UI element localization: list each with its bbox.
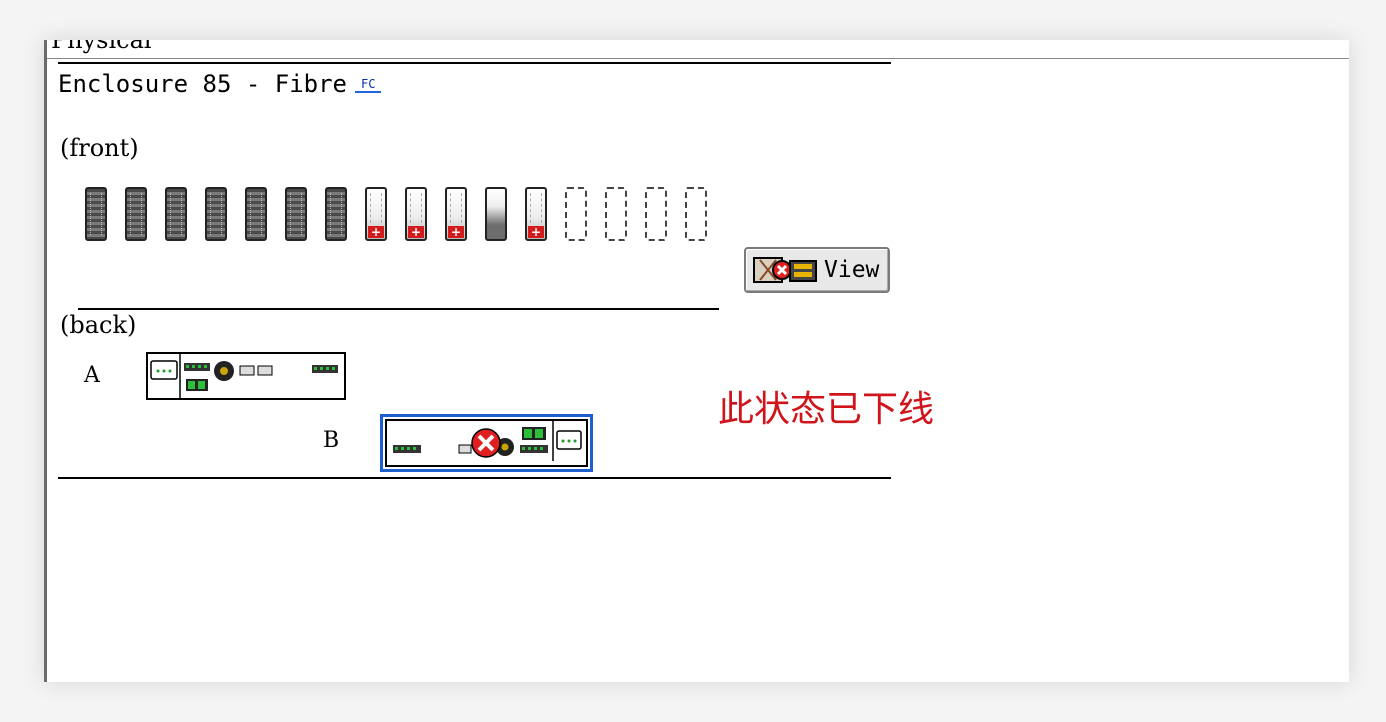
drive-bay-empty[interactable]: [565, 187, 587, 241]
module-b-fault-icon: [393, 421, 582, 461]
view-button-label: View: [824, 257, 880, 283]
drive-bay-full[interactable]: [285, 187, 307, 241]
drive-bay-half[interactable]: [485, 187, 507, 241]
physical-view-panel: Physical Enclosure 85 - Fibre FC (front) …: [44, 40, 1349, 682]
drive-bay-spare[interactable]: +: [525, 187, 547, 241]
enclosure-top-rule: [58, 62, 891, 64]
module-b-body: [385, 419, 588, 467]
drive-bay-empty[interactable]: [605, 187, 627, 241]
back-label: (back): [60, 311, 137, 339]
drive-bay-spare[interactable]: +: [405, 187, 427, 241]
section-divider: [47, 58, 1349, 59]
controller-module-b[interactable]: [380, 414, 593, 472]
drive-bay-full[interactable]: [85, 187, 107, 241]
drive-bay-full[interactable]: [205, 187, 227, 241]
hot-spare-plus-icon: +: [368, 226, 384, 238]
drive-bay-full[interactable]: [245, 187, 267, 241]
drive-bay-spare[interactable]: +: [365, 187, 387, 241]
module-a-label: A: [84, 363, 100, 388]
controller-module-a[interactable]: [146, 352, 346, 400]
drive-bay-empty[interactable]: [645, 187, 667, 241]
enclosure-title: Enclosure 85 - Fibre FC: [58, 70, 382, 98]
front-back-divider: [78, 308, 719, 310]
offline-status-annotation: 此状态已下线: [718, 389, 935, 430]
enclosure-name: Enclosure 85 - Fibre: [58, 70, 347, 98]
drive-bay-full[interactable]: [125, 187, 147, 241]
view-button[interactable]: View: [744, 247, 890, 293]
drive-bay-spare[interactable]: +: [445, 187, 467, 241]
hot-spare-plus-icon: +: [528, 226, 544, 238]
hot-spare-plus-icon: +: [408, 226, 424, 238]
drive-bay-empty[interactable]: [685, 187, 707, 241]
section-title: Physical: [51, 40, 152, 54]
enclosure-view-icon: [753, 257, 817, 283]
enclosure-bottom-rule: [58, 477, 891, 479]
module-a-ports-icon: [150, 354, 338, 398]
front-label: (front): [60, 134, 139, 162]
module-b-label: B: [323, 428, 340, 453]
fc-link[interactable]: FC: [354, 77, 382, 93]
drive-bay-full[interactable]: [165, 187, 187, 241]
hot-spare-plus-icon: +: [448, 226, 464, 238]
drive-bay-full[interactable]: [325, 187, 347, 241]
